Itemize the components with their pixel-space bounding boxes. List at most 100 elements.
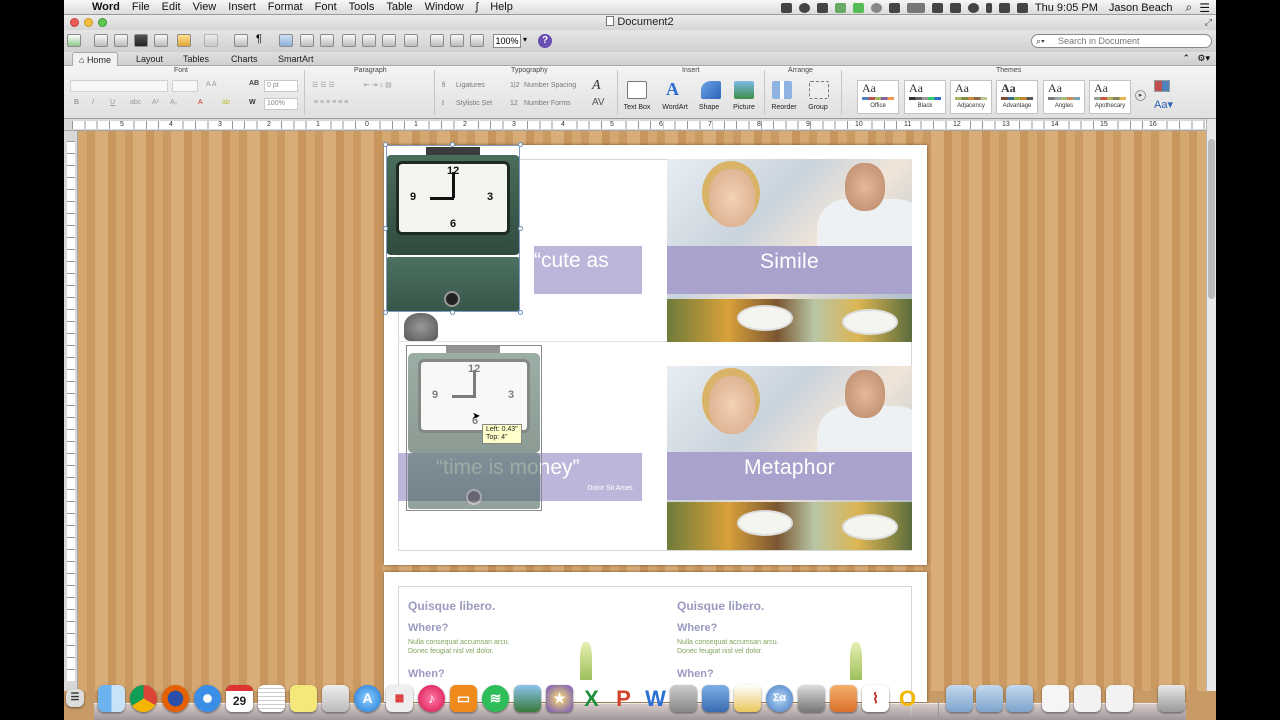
media-browser-icon[interactable] xyxy=(430,34,444,47)
theme-office[interactable]: Aa Office xyxy=(857,80,899,114)
format-painter-icon[interactable] xyxy=(234,34,248,47)
tab-charts[interactable]: Charts xyxy=(225,52,264,66)
underline-icon[interactable]: U xyxy=(110,99,115,106)
chrome-icon[interactable] xyxy=(130,685,157,712)
show-paragraph-icon[interactable]: ¶ xyxy=(256,33,262,45)
kerning-icon[interactable]: AV xyxy=(592,97,605,108)
stylistic-set-label[interactable]: Stylistic Set xyxy=(456,100,492,107)
dock-view-switch-icon[interactable]: ☰ xyxy=(66,689,84,707)
contextual-alternates-icon[interactable]: A xyxy=(592,78,601,94)
vertical-ruler[interactable] xyxy=(64,131,78,691)
excel-icon[interactable]: X xyxy=(578,685,605,712)
selection-handle[interactable] xyxy=(383,310,388,315)
hand-tool-icon[interactable] xyxy=(382,34,396,47)
photo-stack-icon[interactable] xyxy=(1042,685,1069,712)
ligatures-label[interactable]: Ligatures xyxy=(456,82,485,89)
col2-line1[interactable]: Nulla consequat accumsan arcu. xyxy=(677,638,779,647)
selection-handle[interactable] xyxy=(450,142,455,147)
safari-icon[interactable] xyxy=(194,685,221,712)
camera-icon[interactable] xyxy=(780,2,792,13)
photos-icon[interactable] xyxy=(514,685,541,712)
collapse-ribbon-icon[interactable]: ⌃ xyxy=(1182,53,1190,64)
col1-line2[interactable]: Donec feugiat nisl vel dolor. xyxy=(408,647,494,656)
menubar-user[interactable]: Jason Beach xyxy=(1109,2,1173,14)
col1-where[interactable]: Where? xyxy=(408,622,448,634)
bullets-icon[interactable]: ☰ ☰ ☰ xyxy=(312,81,335,89)
dropbox-icon[interactable] xyxy=(888,2,900,13)
chrome-canary-stack-icon[interactable] xyxy=(1106,685,1133,712)
theme-adjacency[interactable]: Aa Adjacency xyxy=(950,80,992,114)
time-machine-icon[interactable] xyxy=(967,2,979,13)
font-size-box[interactable] xyxy=(172,80,198,92)
number-forms-icon[interactable]: 12 xyxy=(510,100,518,107)
sidebar-toggle-icon[interactable] xyxy=(404,34,418,47)
keynote-icon[interactable] xyxy=(702,685,729,712)
menu-table[interactable]: Table xyxy=(382,1,420,13)
spotlight-icon[interactable]: ⌕ xyxy=(1186,0,1193,15)
launchpad-icon[interactable]: ▦ xyxy=(386,685,413,712)
save-icon[interactable] xyxy=(134,34,148,47)
skype-icon[interactable] xyxy=(798,2,810,13)
ibooks-icon[interactable]: ▭ xyxy=(450,685,477,712)
scale-box[interactable]: 100% xyxy=(264,98,298,110)
indent-icon[interactable]: ⇤ ⇥ ↕ ▤ xyxy=(364,81,392,89)
font-color-icon[interactable]: A xyxy=(198,99,203,106)
character-spacing-icon[interactable]: AB xyxy=(249,80,259,87)
wordart-icon[interactable]: A xyxy=(666,79,686,99)
menu-edit[interactable]: Edit xyxy=(158,1,189,13)
fullscreen-icon[interactable]: ⤢ xyxy=(1205,17,1212,28)
col1-line1[interactable]: Nulla consequat accumsan arcu. xyxy=(408,638,510,647)
text-box-tool-icon[interactable] xyxy=(300,34,314,47)
theme-advantage[interactable]: Aa Advantage xyxy=(996,80,1038,114)
preview-icon[interactable] xyxy=(322,685,349,712)
picture-button-label[interactable]: Picture xyxy=(726,104,762,111)
wifi-icon[interactable] xyxy=(998,2,1010,13)
character-spacing-box[interactable]: 0 pt xyxy=(264,80,298,92)
highlight-icon[interactable]: ab xyxy=(222,99,230,106)
chrome-icon[interactable] xyxy=(870,2,882,13)
horizontal-ruler[interactable]: 5 4 3 2 1 0 1 2 3 4 5 6 7 8 9 10 11 12 13 14 15 16 xyxy=(64,119,1206,131)
group-button-label[interactable]: Group xyxy=(800,104,836,111)
powerpoint-icon[interactable]: P xyxy=(610,685,637,712)
slideshow-icon[interactable] xyxy=(798,685,825,712)
vertical-text-tool-icon[interactable] xyxy=(320,34,334,47)
simile-label[interactable]: Simile xyxy=(667,246,912,294)
tab-smartart[interactable]: SmartArt xyxy=(272,52,320,66)
equation-editor-icon[interactable]: Σα xyxy=(766,685,793,712)
tab-tables[interactable]: Tables xyxy=(177,52,215,66)
group-icon[interactable] xyxy=(809,81,829,99)
search-field[interactable]: ⌕▾ Search in Document xyxy=(1031,34,1212,48)
open-icon[interactable] xyxy=(114,34,128,47)
zoom-field[interactable]: 100% xyxy=(493,34,521,48)
display-icon[interactable] xyxy=(931,2,943,13)
selection-handle[interactable] xyxy=(383,226,388,231)
vertical-scrollbar[interactable] xyxy=(1206,119,1216,691)
acrobat-icon[interactable]: ⌇ xyxy=(862,685,889,712)
volume-icon[interactable] xyxy=(1016,2,1028,13)
stickies-icon[interactable] xyxy=(290,685,317,712)
help-button[interactable]: ? xyxy=(538,34,552,48)
grow-font-icon[interactable]: A A xyxy=(206,81,217,88)
undo-icon[interactable] xyxy=(177,34,191,47)
subscript-icon[interactable]: A₂ xyxy=(170,99,177,106)
menu-tools[interactable]: Tools xyxy=(345,1,383,13)
applications-folder-icon[interactable] xyxy=(1006,685,1033,712)
menu-app-name[interactable]: Word xyxy=(88,1,128,13)
evernote-icon[interactable] xyxy=(834,2,846,13)
selection-handle[interactable] xyxy=(518,226,523,231)
bluetooth-icon[interactable] xyxy=(985,2,992,13)
menubar-clock[interactable]: Thu 9:05 PM xyxy=(1035,2,1098,14)
align-icons[interactable]: ≡ ≡ ≡ ≡ ≡ ≡ xyxy=(314,99,348,106)
themes-next-icon[interactable]: ▸ xyxy=(1135,90,1146,101)
bold-icon[interactable]: B xyxy=(74,99,79,106)
stylistic-set-icon[interactable]: ℓ xyxy=(442,100,444,107)
reorder-button-label[interactable]: Reorder xyxy=(766,104,802,111)
menu-format[interactable]: Format xyxy=(264,1,311,13)
textedit-icon[interactable] xyxy=(258,685,285,712)
col2-heading[interactable]: Quisque libero. xyxy=(677,599,764,613)
mail-stack-icon[interactable] xyxy=(1074,685,1101,712)
selection-handle[interactable] xyxy=(383,142,388,147)
app-store-icon[interactable]: A xyxy=(354,685,381,712)
strikethrough-icon[interactable]: abc xyxy=(130,99,141,106)
firefox-icon[interactable] xyxy=(162,685,189,712)
